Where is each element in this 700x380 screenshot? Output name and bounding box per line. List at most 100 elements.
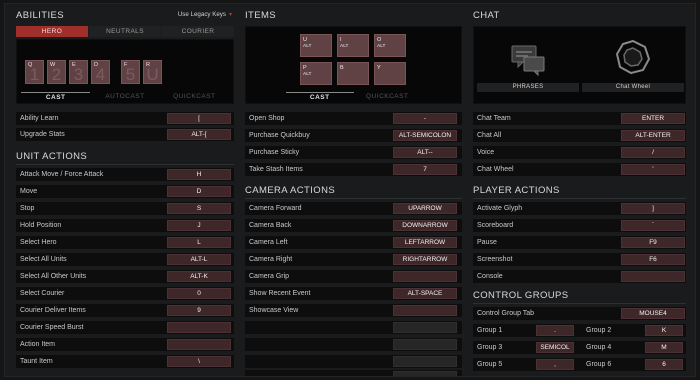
hotkey-button[interactable]: RIGHTARROW <box>393 254 457 265</box>
hotkey-label: Courier Deliver Items <box>20 307 86 314</box>
chat-wheel-button[interactable]: Chat Wheel <box>582 29 684 94</box>
control-group-3: Group 3 SEMICOL <box>473 341 577 354</box>
hotkey-row: Taunt Item \ <box>16 355 234 368</box>
hotkey-button[interactable] <box>167 339 231 350</box>
tab-hero[interactable]: HERO <box>16 26 88 37</box>
ability-slot-5[interactable]: F 5 <box>121 60 140 84</box>
tab-courier[interactable]: COURIER <box>162 26 234 37</box>
control-group-row: Group 3 SEMICOL Group 4 M <box>473 341 686 354</box>
group-label: Group 3 <box>477 344 503 351</box>
hotkey-button[interactable] <box>393 322 457 333</box>
group-hotkey-button[interactable]: . <box>536 325 574 336</box>
hotkey-label: Upgrade Stats <box>20 131 65 138</box>
hotkey-button[interactable]: L <box>167 237 231 248</box>
hotkey-button[interactable]: ALT-- <box>393 147 457 158</box>
item-slot-2[interactable]: I ALT <box>337 34 369 57</box>
mode-cast[interactable]: CAST <box>286 92 354 101</box>
hotkey-button[interactable]: [ <box>167 113 231 124</box>
ability-slot-6[interactable]: R U <box>143 60 162 84</box>
hotkey-row: Take Stash Items 7 <box>245 163 462 176</box>
tab-neutrals[interactable]: NEUTRALS <box>89 26 161 37</box>
ability-slot-4[interactable]: D 4 <box>91 60 110 84</box>
hotkey-button[interactable]: D <box>167 186 231 197</box>
divider <box>245 198 462 199</box>
item-slot-6[interactable]: Y <box>374 62 406 85</box>
hotkey-button[interactable]: / <box>621 147 685 158</box>
hotkey-button[interactable]: ` <box>621 220 685 231</box>
mode-quickcast[interactable]: QUICKCAST <box>160 92 229 101</box>
hotkey-button[interactable] <box>393 305 457 316</box>
hotkey-button[interactable] <box>393 271 457 282</box>
hotkey-label: Courier Speed Burst <box>20 324 84 331</box>
mode-quickcast[interactable]: QUICKCAST <box>354 92 422 101</box>
control-group-5: Group 5 , <box>473 358 577 371</box>
item-slot-4[interactable]: P ALT <box>300 62 332 85</box>
hotkey-button[interactable]: S <box>167 203 231 214</box>
hotkey-button[interactable]: ALT-[ <box>167 129 231 140</box>
hotkey-button[interactable]: ENTER <box>621 113 685 124</box>
hotkey-button[interactable]: ALT-K <box>167 271 231 282</box>
hotkey-button[interactable]: ALT-SPACE <box>393 288 457 299</box>
ability-slot-2[interactable]: W 2 <box>47 60 66 84</box>
hotkey-button[interactable]: ALT-ENTER <box>621 130 685 141</box>
item-slot-modifier: ALT <box>340 44 349 49</box>
hotkey-button[interactable]: 9 <box>167 305 231 316</box>
hotkey-row: Purchase Quickbuy ALT-SEMICOLON <box>245 129 462 142</box>
chat-wheel-icon <box>615 39 651 75</box>
hotkey-button[interactable]: - <box>393 113 457 124</box>
control-group-1: Group 1 . <box>473 324 577 337</box>
item-slot-modifier: ALT <box>303 72 312 77</box>
item-slot-1[interactable]: U ALT <box>300 34 332 57</box>
hotkey-button[interactable]: F9 <box>621 237 685 248</box>
group-label: Group 1 <box>477 327 503 334</box>
hotkey-button[interactable]: ] <box>621 203 685 214</box>
hotkey-button[interactable]: ALT-L <box>167 254 231 265</box>
hotkey-button[interactable]: F6 <box>621 254 685 265</box>
hotkey-label: Activate Glyph <box>477 205 523 212</box>
hotkey-button[interactable]: DOWNARROW <box>393 220 457 231</box>
hotkey-row: Chat Team ENTER <box>473 112 686 125</box>
hotkey-button[interactable]: ' <box>621 164 685 175</box>
hotkey-button[interactable]: UPARROW <box>393 203 457 214</box>
hotkey-button[interactable] <box>393 339 457 350</box>
hotkey-button[interactable] <box>167 322 231 333</box>
hotkey-button[interactable] <box>393 356 457 367</box>
ability-slot-number: 2 <box>51 65 62 84</box>
chat-wheel-label: Chat Wheel <box>582 83 684 92</box>
hotkeys-panel: ABILITIES Use Legacy Keys ▾ HERO NEUTRAL… <box>4 3 696 377</box>
phrases-button[interactable]: PHRASES <box>477 29 579 94</box>
control-group-row: Group 5 , Group 6 6 <box>473 358 686 371</box>
hotkey-button[interactable]: MOUSE4 <box>621 308 685 319</box>
divider <box>16 164 234 165</box>
hotkey-button[interactable]: H <box>167 169 231 180</box>
hotkey-button[interactable] <box>393 371 457 376</box>
hotkey-row: Camera Left LEFTARROW <box>245 236 462 249</box>
hotkey-label: Screenshot <box>477 256 513 263</box>
hotkey-label: Voice <box>477 149 495 156</box>
group-hotkey-button[interactable]: 6 <box>645 359 683 370</box>
hotkey-button[interactable] <box>621 271 685 282</box>
ability-slot-1[interactable]: Q 1 <box>25 60 44 84</box>
hotkey-row: Scoreboard ` <box>473 219 686 232</box>
hotkey-button[interactable]: \ <box>167 356 231 367</box>
mode-autocast[interactable]: AUTOCAST <box>90 92 159 101</box>
legacy-keys-toggle[interactable]: Use Legacy Keys ▾ <box>178 11 232 18</box>
group-hotkey-button[interactable]: M <box>645 342 683 353</box>
group-hotkey-button[interactable]: , <box>536 359 574 370</box>
mode-cast[interactable]: CAST <box>21 92 91 101</box>
group-hotkey-button[interactable]: SEMICOL <box>536 342 574 353</box>
item-slot-5[interactable]: B <box>337 62 369 85</box>
group-hotkey-button[interactable]: K <box>645 325 683 336</box>
item-slot-modifier: ALT <box>303 44 312 49</box>
hotkey-row-control-group-tab: Control Group Tab MOUSE4 <box>473 307 686 320</box>
hotkey-row: Chat Wheel ' <box>473 163 686 176</box>
hotkey-button[interactable]: J <box>167 220 231 231</box>
hotkey-label: Open Shop <box>249 115 285 122</box>
hotkey-row: Move D <box>16 185 234 198</box>
hotkey-button[interactable]: LEFTARROW <box>393 237 457 248</box>
ability-slot-3[interactable]: E 3 <box>69 60 88 84</box>
hotkey-button[interactable]: 0 <box>167 288 231 299</box>
hotkey-button[interactable]: 7 <box>393 164 457 175</box>
item-slot-3[interactable]: O ALT <box>374 34 406 57</box>
hotkey-button[interactable]: ALT-SEMICOLON <box>393 130 457 141</box>
